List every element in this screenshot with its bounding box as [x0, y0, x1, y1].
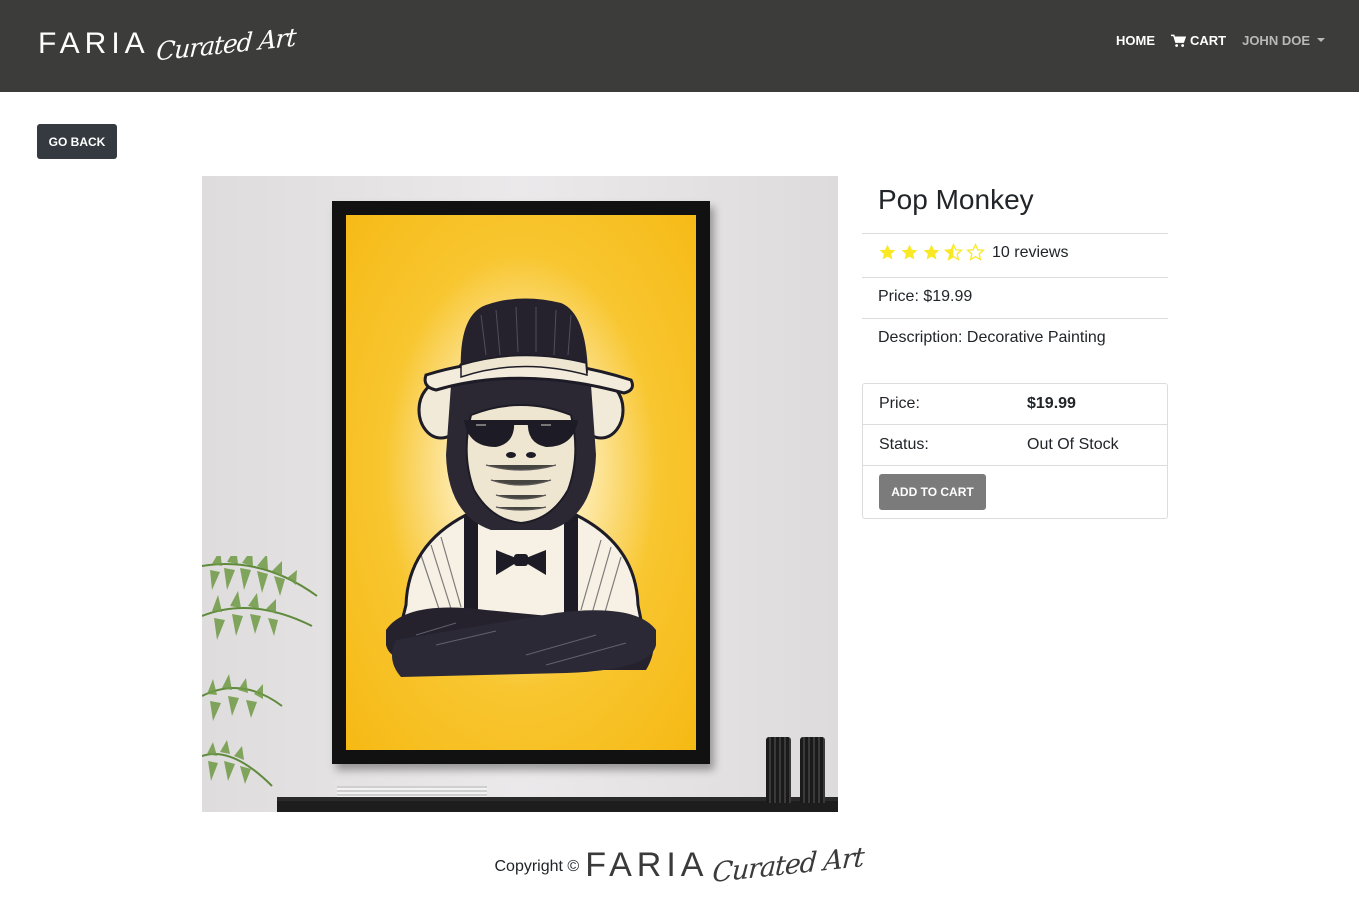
nav-cart-label: CART [1189, 33, 1227, 48]
user-name: JOHN DOE [1242, 33, 1310, 48]
divider [862, 233, 1168, 234]
brand-logo[interactable]: FARIA Curated Art [38, 18, 296, 70]
artwork [346, 215, 696, 750]
nav-home-link[interactable]: HOME [1116, 33, 1155, 48]
product-title: Pop Monkey [878, 184, 1034, 215]
divider [862, 318, 1168, 319]
chevron-down-icon [1317, 37, 1325, 42]
star-half-icon [944, 243, 963, 261]
nav-cart-link[interactable]: CART [1170, 33, 1227, 48]
copyright-text: Copyright © [494, 858, 580, 875]
status-value: Out Of Stock [1027, 436, 1119, 453]
status-label: Status: [879, 436, 929, 453]
divider [863, 465, 1167, 466]
add-to-cart-button[interactable]: ADD TO CART [879, 474, 986, 510]
picture-frame [332, 201, 710, 764]
price-value: $19.99 [1027, 395, 1076, 412]
footer-brand-script: Curated Art [711, 841, 866, 889]
product-price: Price: $19.99 [878, 288, 973, 305]
product-rating: 10 reviews [878, 243, 1068, 262]
footer-brand-wordmark: FARIA [585, 845, 709, 884]
product-description: Description: Decorative Painting [878, 329, 1106, 346]
brand-script: Curated Art [155, 21, 297, 67]
cart-icon [1170, 34, 1186, 47]
product-image [202, 176, 838, 812]
star-empty-icon [966, 243, 985, 261]
nav-links: HOME CART JOHN DOE [1116, 33, 1325, 48]
reviews-count: 10 reviews [992, 243, 1069, 261]
star-full-icon [901, 244, 918, 260]
shelf [277, 801, 838, 812]
plant-decoration [202, 556, 318, 787]
user-dropdown[interactable]: JOHN DOE [1242, 33, 1325, 48]
price-label: Price: [879, 395, 920, 412]
footer: Copyright © FARIA Curated Art [0, 840, 1359, 890]
brand-wordmark: FARIA [38, 27, 150, 60]
divider [863, 424, 1167, 425]
divider [862, 277, 1168, 278]
go-back-button[interactable]: GO BACK [37, 124, 117, 159]
vase-decoration [766, 737, 791, 803]
purchase-card: Price: $19.99 Status: Out Of Stock ADD T… [862, 383, 1168, 519]
monkey-illustration [386, 298, 656, 677]
star-full-icon [879, 244, 896, 260]
navbar: FARIA Curated Art HOME CART JOHN DOE [0, 0, 1359, 92]
vase-decoration [800, 737, 825, 803]
star-full-icon [923, 244, 940, 260]
